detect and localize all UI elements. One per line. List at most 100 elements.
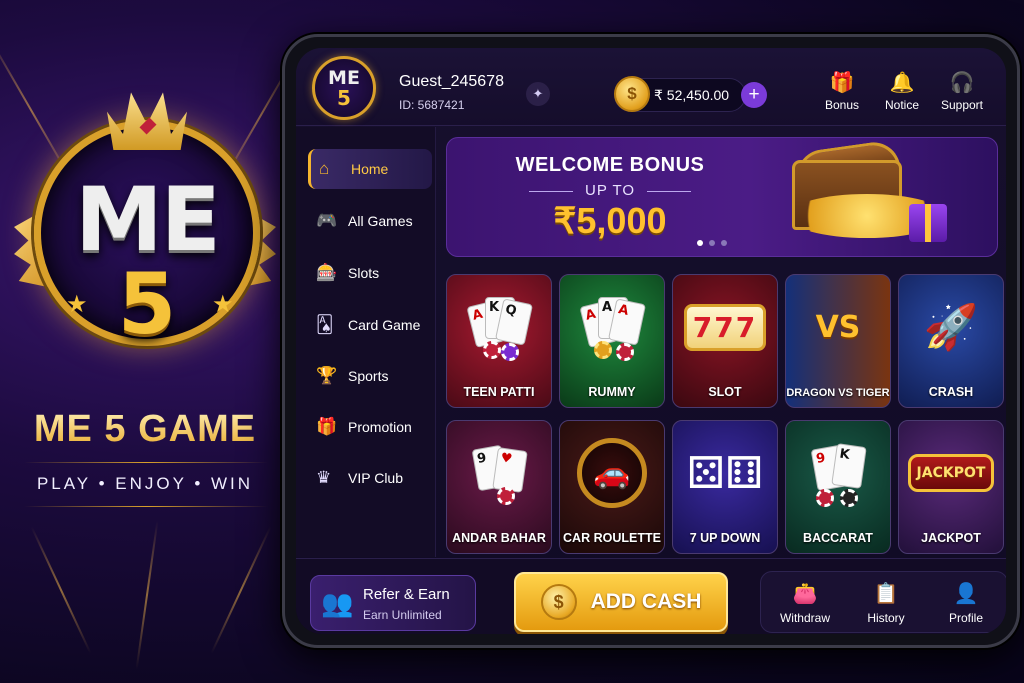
bell-icon: 🔔 bbox=[889, 72, 915, 94]
notice-button[interactable]: 🔔 Notice bbox=[870, 70, 934, 112]
divider bbox=[24, 506, 268, 507]
sidebar-item-label: VIP Club bbox=[348, 470, 403, 486]
users-icon: 👥 bbox=[321, 588, 354, 618]
welcome-bonus-banner[interactable]: WELCOME BONUS UP TO ₹5,000 bbox=[446, 137, 998, 257]
game-tile-7-up-down[interactable]: ⚄⚅ 7 UP DOWN bbox=[672, 420, 778, 554]
app-screen: ME 5 Guest_245678 ID: 5687421 ✦ $ ₹ 52,4… bbox=[296, 48, 1006, 634]
header-logo-number: 5 bbox=[337, 86, 351, 110]
slot-777-icon: 777 bbox=[683, 303, 767, 351]
divider bbox=[647, 191, 691, 192]
cards-icon: 🂡 bbox=[316, 315, 334, 334]
game-tile-car-roulette[interactable]: 🚗 CAR ROULETTE bbox=[559, 420, 665, 554]
bottom-bar: 👥 Refer & Earn Earn Unlimited $ ADD CASH… bbox=[296, 558, 1006, 634]
game-tile-teen-patti[interactable]: A K Q TEEN PATTI bbox=[446, 274, 552, 408]
divider bbox=[24, 462, 268, 463]
carousel-dot[interactable] bbox=[721, 240, 727, 246]
coin-icon: $ bbox=[614, 76, 650, 112]
user-icon: 👤 bbox=[953, 583, 979, 605]
sidebar-item-slots[interactable]: 🎰 Slots bbox=[308, 253, 432, 293]
cards-chip-icon: 9 ♥ bbox=[469, 443, 529, 505]
refer-title: Refer & Earn bbox=[363, 586, 450, 603]
sidebar-item-sports[interactable]: 🏆 Sports bbox=[308, 356, 432, 396]
bonus-label: Bonus bbox=[824, 98, 860, 112]
carousel-dot[interactable] bbox=[697, 240, 703, 246]
game-tile-rummy[interactable]: A A A RUMMY bbox=[559, 274, 665, 408]
game-label: CRASH bbox=[928, 385, 974, 399]
username: Guest_245678 bbox=[399, 73, 504, 90]
game-label: SLOT bbox=[708, 385, 742, 399]
cards-chips-icon: A K Q bbox=[466, 297, 534, 361]
game-tile-crash[interactable]: 🚀 CRASH bbox=[898, 274, 1004, 408]
carousel-dot[interactable] bbox=[709, 240, 715, 246]
add-cash-button[interactable]: $ ADD CASH bbox=[514, 572, 728, 632]
sidebar-item-promotion[interactable]: 🎁 Promotion bbox=[308, 407, 432, 447]
gamepad-icon: 🎮 bbox=[316, 211, 338, 230]
game-tile-andar-bahar[interactable]: 9 ♥ ANDAR BAHAR bbox=[446, 420, 552, 554]
gift-icon: 🎁 bbox=[829, 72, 855, 94]
notice-label: Notice bbox=[884, 98, 919, 112]
trophy-icon: 🏆 bbox=[316, 366, 338, 385]
sidebar-item-vip-club[interactable]: ♛ VIP Club bbox=[308, 458, 432, 498]
game-tile-jackpot[interactable]: JACKPOT JACKPOT bbox=[898, 420, 1004, 554]
dice-icon: ⚄⚅ bbox=[686, 448, 764, 498]
add-balance-button[interactable]: + bbox=[741, 82, 767, 108]
user-id: ID: 5687421 bbox=[399, 98, 465, 112]
profile-label: Profile bbox=[948, 611, 983, 625]
gift-box-icon bbox=[909, 204, 947, 242]
dragon-tiger-icon: VS bbox=[815, 309, 861, 345]
game-label: RUMMY bbox=[588, 385, 636, 399]
banner-title: WELCOME BONUS bbox=[515, 154, 705, 176]
banner-amount: ₹5,000 bbox=[553, 200, 667, 241]
star-icon: ★ bbox=[66, 291, 88, 318]
light-ray bbox=[30, 526, 92, 654]
game-label: DRAGON VS TIGER bbox=[786, 387, 890, 399]
refer-earn-button[interactable]: 👥 Refer & Earn Earn Unlimited bbox=[310, 575, 476, 631]
history-button[interactable]: 📋 History bbox=[851, 581, 921, 625]
sidebar-item-label: Slots bbox=[348, 265, 380, 281]
sidebar: ⌂ Home 🎮 All Games 🎰 Slots 🂡 Card Game 🏆… bbox=[296, 127, 436, 557]
support-button[interactable]: 🎧 Support bbox=[930, 70, 994, 112]
history-icon: 📋 bbox=[873, 583, 899, 605]
profile-button[interactable]: 👤 Profile bbox=[931, 581, 1001, 625]
gift-icon: 🎁 bbox=[316, 417, 338, 436]
bonus-button[interactable]: 🎁 Bonus bbox=[810, 70, 874, 112]
app-header: ME 5 Guest_245678 ID: 5687421 ✦ $ ₹ 52,4… bbox=[296, 48, 1006, 126]
home-icon: ⌂ bbox=[319, 159, 330, 178]
game-tile-slot[interactable]: 777 SLOT bbox=[672, 274, 778, 408]
tablet-device: ME 5 Guest_245678 ID: 5687421 ✦ $ ₹ 52,4… bbox=[282, 34, 1020, 648]
sidebar-item-label: Card Game bbox=[348, 317, 421, 333]
header-logo[interactable]: ME 5 bbox=[312, 56, 376, 120]
brand-panel: ME 5 ★ ★ ME 5 GAME PLAY • ENJOY • WIN bbox=[0, 0, 305, 683]
support-label: Support bbox=[940, 98, 984, 112]
cards-coins-icon: A A A bbox=[579, 297, 647, 361]
star-icon: ★ bbox=[212, 291, 234, 318]
brand-tagline: PLAY • ENJOY • WIN bbox=[36, 474, 254, 493]
refer-subtitle: Earn Unlimited bbox=[363, 608, 442, 622]
game-tile-baccarat[interactable]: 9 K BACCARAT bbox=[785, 420, 891, 554]
light-ray bbox=[210, 526, 272, 654]
withdraw-label: Withdraw bbox=[779, 611, 830, 625]
headset-icon: 🎧 bbox=[949, 72, 975, 94]
game-label: ANDAR BAHAR bbox=[452, 531, 546, 545]
sidebar-item-all-games[interactable]: 🎮 All Games bbox=[308, 201, 432, 241]
game-label: BACCARAT bbox=[803, 531, 873, 545]
game-label: CAR ROULETTE bbox=[563, 531, 661, 545]
jackpot-icon: JACKPOT bbox=[907, 454, 995, 492]
cards-chips-icon: 9 K bbox=[808, 443, 868, 507]
withdraw-button[interactable]: 👛 Withdraw bbox=[770, 581, 840, 625]
game-label: TEEN PATTI bbox=[463, 385, 535, 399]
sidebar-item-label: All Games bbox=[348, 213, 413, 229]
carousel-dots bbox=[697, 240, 727, 246]
game-label: 7 UP DOWN bbox=[689, 531, 761, 545]
rank-badge-icon[interactable]: ✦ bbox=[526, 82, 550, 106]
sidebar-item-home[interactable]: ⌂ Home bbox=[308, 149, 432, 189]
light-ray bbox=[135, 520, 159, 670]
car-roulette-icon: 🚗 bbox=[577, 438, 647, 508]
crown-icon: ♛ bbox=[316, 468, 332, 487]
sidebar-item-label: Home bbox=[351, 161, 389, 177]
sidebar-item-card-game[interactable]: 🂡 Card Game bbox=[308, 305, 432, 345]
balance-amount: ₹ 52,450.00 bbox=[654, 87, 730, 103]
wallet-icon: 👛 bbox=[792, 583, 818, 605]
coin-icon: $ bbox=[540, 584, 577, 620]
game-tile-dragon-vs-tiger[interactable]: VS DRAGON VS TIGER bbox=[785, 274, 891, 408]
